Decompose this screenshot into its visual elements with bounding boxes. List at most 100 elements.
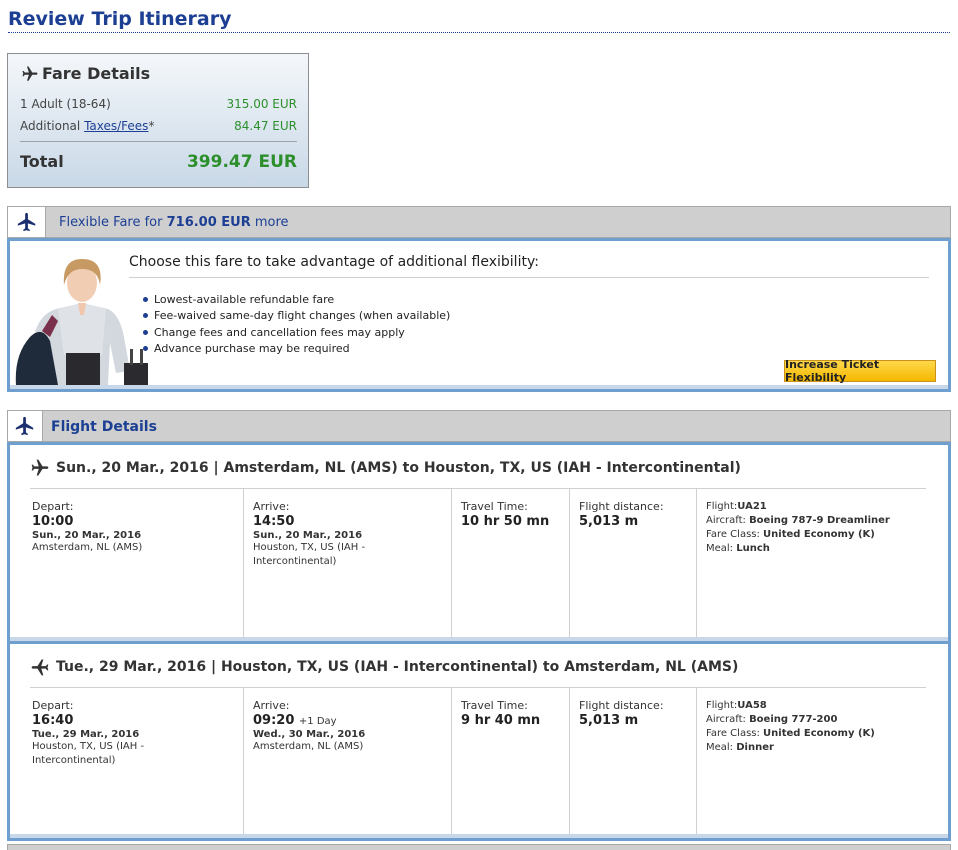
fare-class-row: Fare Class: United Economy (K) xyxy=(706,727,926,741)
flight-details-bar: Flight Details xyxy=(7,410,951,442)
aircraft-label: Aircraft: xyxy=(706,714,750,725)
fare-details-box: Fare Details 1 Adult (18-64) 315.00 EUR … xyxy=(7,53,309,188)
fare-total-row: Total 399.47 EUR xyxy=(20,152,297,172)
segment-header: Sun., 20 Mar., 2016 | Amsterdam, NL (AMS… xyxy=(30,458,741,478)
aircraft-label: Aircraft: xyxy=(706,515,750,526)
flight-info-column: Flight:UA21 Aircraft: Boeing 787-9 Dream… xyxy=(696,489,926,637)
fare-taxes-label: Additional Taxes/Fees* xyxy=(20,119,154,133)
title-divider xyxy=(8,32,950,33)
meal-row: Meal: Lunch xyxy=(706,542,926,556)
flexible-fare-prefix: Flexible Fare for xyxy=(59,215,167,230)
airplane-icon xyxy=(31,659,49,676)
fare-taxes-amount: 84.47 EUR xyxy=(234,119,297,133)
flight-segment-outbound: Sun., 20 Mar., 2016 | Amsterdam, NL (AMS… xyxy=(7,442,951,644)
fare-divider xyxy=(20,141,297,142)
increase-flexibility-button[interactable]: Increase Ticket Flexibility xyxy=(784,358,936,384)
flight-number: UA58 xyxy=(737,700,767,711)
travel-time-value: 10 hr 50 mn xyxy=(461,514,550,529)
fare-adult-amount: 315.00 EUR xyxy=(226,97,297,111)
airplane-icon xyxy=(22,66,38,81)
flexible-fare-icon-box xyxy=(8,207,46,237)
distance-column: Flight distance: 5,013 m xyxy=(569,688,696,834)
travel-time-column: Travel Time: 10 hr 50 mn xyxy=(451,489,569,637)
flexible-fare-amount: 716.00 EUR xyxy=(166,215,251,230)
flexible-fare-bar: Flexible Fare for 716.00 EUR more xyxy=(7,206,951,238)
arrive-city: Houston, TX, US (IAH - Intercontinental) xyxy=(253,542,366,567)
arrive-column: Arrive: 14:50 Sun., 20 Mar., 2016 Housto… xyxy=(243,489,451,637)
aircraft-row: Aircraft: Boeing 777-200 xyxy=(706,713,926,727)
fare-total-amount: 399.47 EUR xyxy=(186,152,297,172)
arrive-label: Arrive: xyxy=(253,500,290,513)
flight-number-label: Flight: xyxy=(706,501,738,512)
flight-number-row: Flight:UA58 xyxy=(706,699,926,713)
segment-header: Tue., 29 Mar., 2016 | Houston, TX, US (I… xyxy=(30,657,738,677)
list-item: Lowest-available refundable fare xyxy=(143,291,450,308)
depart-column: Depart: 16:40 Tue., 29 Mar., 2016 Housto… xyxy=(32,688,242,834)
fare-class-label: Fare Class: xyxy=(706,728,764,739)
flight-number: UA21 xyxy=(737,501,767,512)
depart-city: Houston, TX, US (IAH - Intercontinental) xyxy=(32,741,145,766)
arrive-time-row: 09:20 +1 Day xyxy=(253,713,451,728)
fare-row-adult: 1 Adult (18-64) 315.00 EUR xyxy=(20,97,297,111)
flight-segment-content: Sun., 20 Mar., 2016 | Amsterdam, NL (AMS… xyxy=(10,445,948,641)
meal-value: Lunch xyxy=(736,543,770,554)
fare-class-value: United Economy (K) xyxy=(763,728,875,739)
meal-row: Meal: Dinner xyxy=(706,741,926,755)
taxes-prefix: Additional xyxy=(20,119,85,133)
flexible-fare-text: Flexible Fare for 716.00 EUR more xyxy=(59,215,289,230)
flight-number-row: Flight:UA21 xyxy=(706,500,926,514)
flexible-fare-heading: Choose this fare to take advantage of ad… xyxy=(129,254,539,270)
aircraft-value: Boeing 777-200 xyxy=(749,714,838,725)
arrive-column: Arrive: 09:20 +1 Day Wed., 30 Mar., 2016… xyxy=(243,688,451,834)
flight-number-label: Flight: xyxy=(706,700,738,711)
depart-city: Amsterdam, NL (AMS) xyxy=(32,542,143,553)
aircraft-value: Boeing 787-9 Dreamliner xyxy=(749,515,890,526)
travel-time-column: Travel Time: 9 hr 40 mn xyxy=(451,688,569,834)
depart-column: Depart: 10:00 Sun., 20 Mar., 2016 Amster… xyxy=(32,489,242,637)
taxes-fees-link[interactable]: Taxes/Fees xyxy=(84,119,148,133)
airplane-icon xyxy=(17,212,35,232)
fare-class-row: Fare Class: United Economy (K) xyxy=(706,528,926,542)
depart-time: 16:40 xyxy=(32,713,74,728)
flexible-fare-panel: Choose this fare to take advantage of ad… xyxy=(7,238,951,392)
airplane-icon xyxy=(15,416,34,436)
depart-label: Depart: xyxy=(32,699,74,712)
flexible-fare-suffix: more xyxy=(250,215,289,230)
arrive-label: Arrive: xyxy=(253,699,290,712)
distance-label: Flight distance: xyxy=(579,699,664,712)
fare-row-taxes: Additional Taxes/Fees* 84.47 EUR xyxy=(20,119,297,133)
airplane-icon xyxy=(31,459,49,476)
page-title: Review Trip Itinerary xyxy=(8,8,232,30)
taxes-asterisk: * xyxy=(148,119,155,133)
arrive-time: 14:50 xyxy=(253,514,295,529)
fare-details-heading: Fare Details xyxy=(20,64,150,83)
depart-time: 10:00 xyxy=(32,514,74,529)
flexible-fare-benefits: Lowest-available refundable fare Fee-wai… xyxy=(143,291,450,357)
depart-date: Tue., 29 Mar., 2016 xyxy=(32,729,140,740)
fare-class-value: United Economy (K) xyxy=(763,529,875,540)
segment-header-text: Sun., 20 Mar., 2016 | Amsterdam, NL (AMS… xyxy=(56,460,741,476)
flight-details-title: Flight Details xyxy=(51,419,157,435)
flight-segment-return: Tue., 29 Mar., 2016 | Houston, TX, US (I… xyxy=(7,641,951,841)
segment-header-text: Tue., 29 Mar., 2016 | Houston, TX, US (I… xyxy=(56,659,739,675)
fare-class-label: Fare Class: xyxy=(706,529,764,540)
arrive-date: Sun., 20 Mar., 2016 xyxy=(253,530,363,541)
travel-time-label: Travel Time: xyxy=(461,500,528,513)
distance-column: Flight distance: 5,013 m xyxy=(569,489,696,637)
flight-info-column: Flight:UA58 Aircraft: Boeing 777-200 Far… xyxy=(696,688,926,834)
distance-value: 5,013 m xyxy=(579,713,639,728)
fare-adult-label: 1 Adult (18-64) xyxy=(20,97,111,111)
flight-details-icon-box xyxy=(8,411,43,441)
distance-value: 5,013 m xyxy=(579,514,639,529)
arrive-extra: +1 Day xyxy=(298,716,337,727)
list-item: Change fees and cancellation fees may ap… xyxy=(143,324,450,341)
flexible-fare-divider xyxy=(129,277,929,278)
travel-time-label: Travel Time: xyxy=(461,699,528,712)
depart-date: Sun., 20 Mar., 2016 xyxy=(32,530,142,541)
arrive-city: Amsterdam, NL (AMS) xyxy=(253,741,364,752)
meal-label: Meal: xyxy=(706,742,737,753)
flexible-fare-content: Choose this fare to take advantage of ad… xyxy=(10,241,948,389)
arrive-date: Wed., 30 Mar., 2016 xyxy=(253,729,366,740)
fare-details-title: Fare Details xyxy=(42,64,151,83)
distance-label: Flight distance: xyxy=(579,500,664,513)
